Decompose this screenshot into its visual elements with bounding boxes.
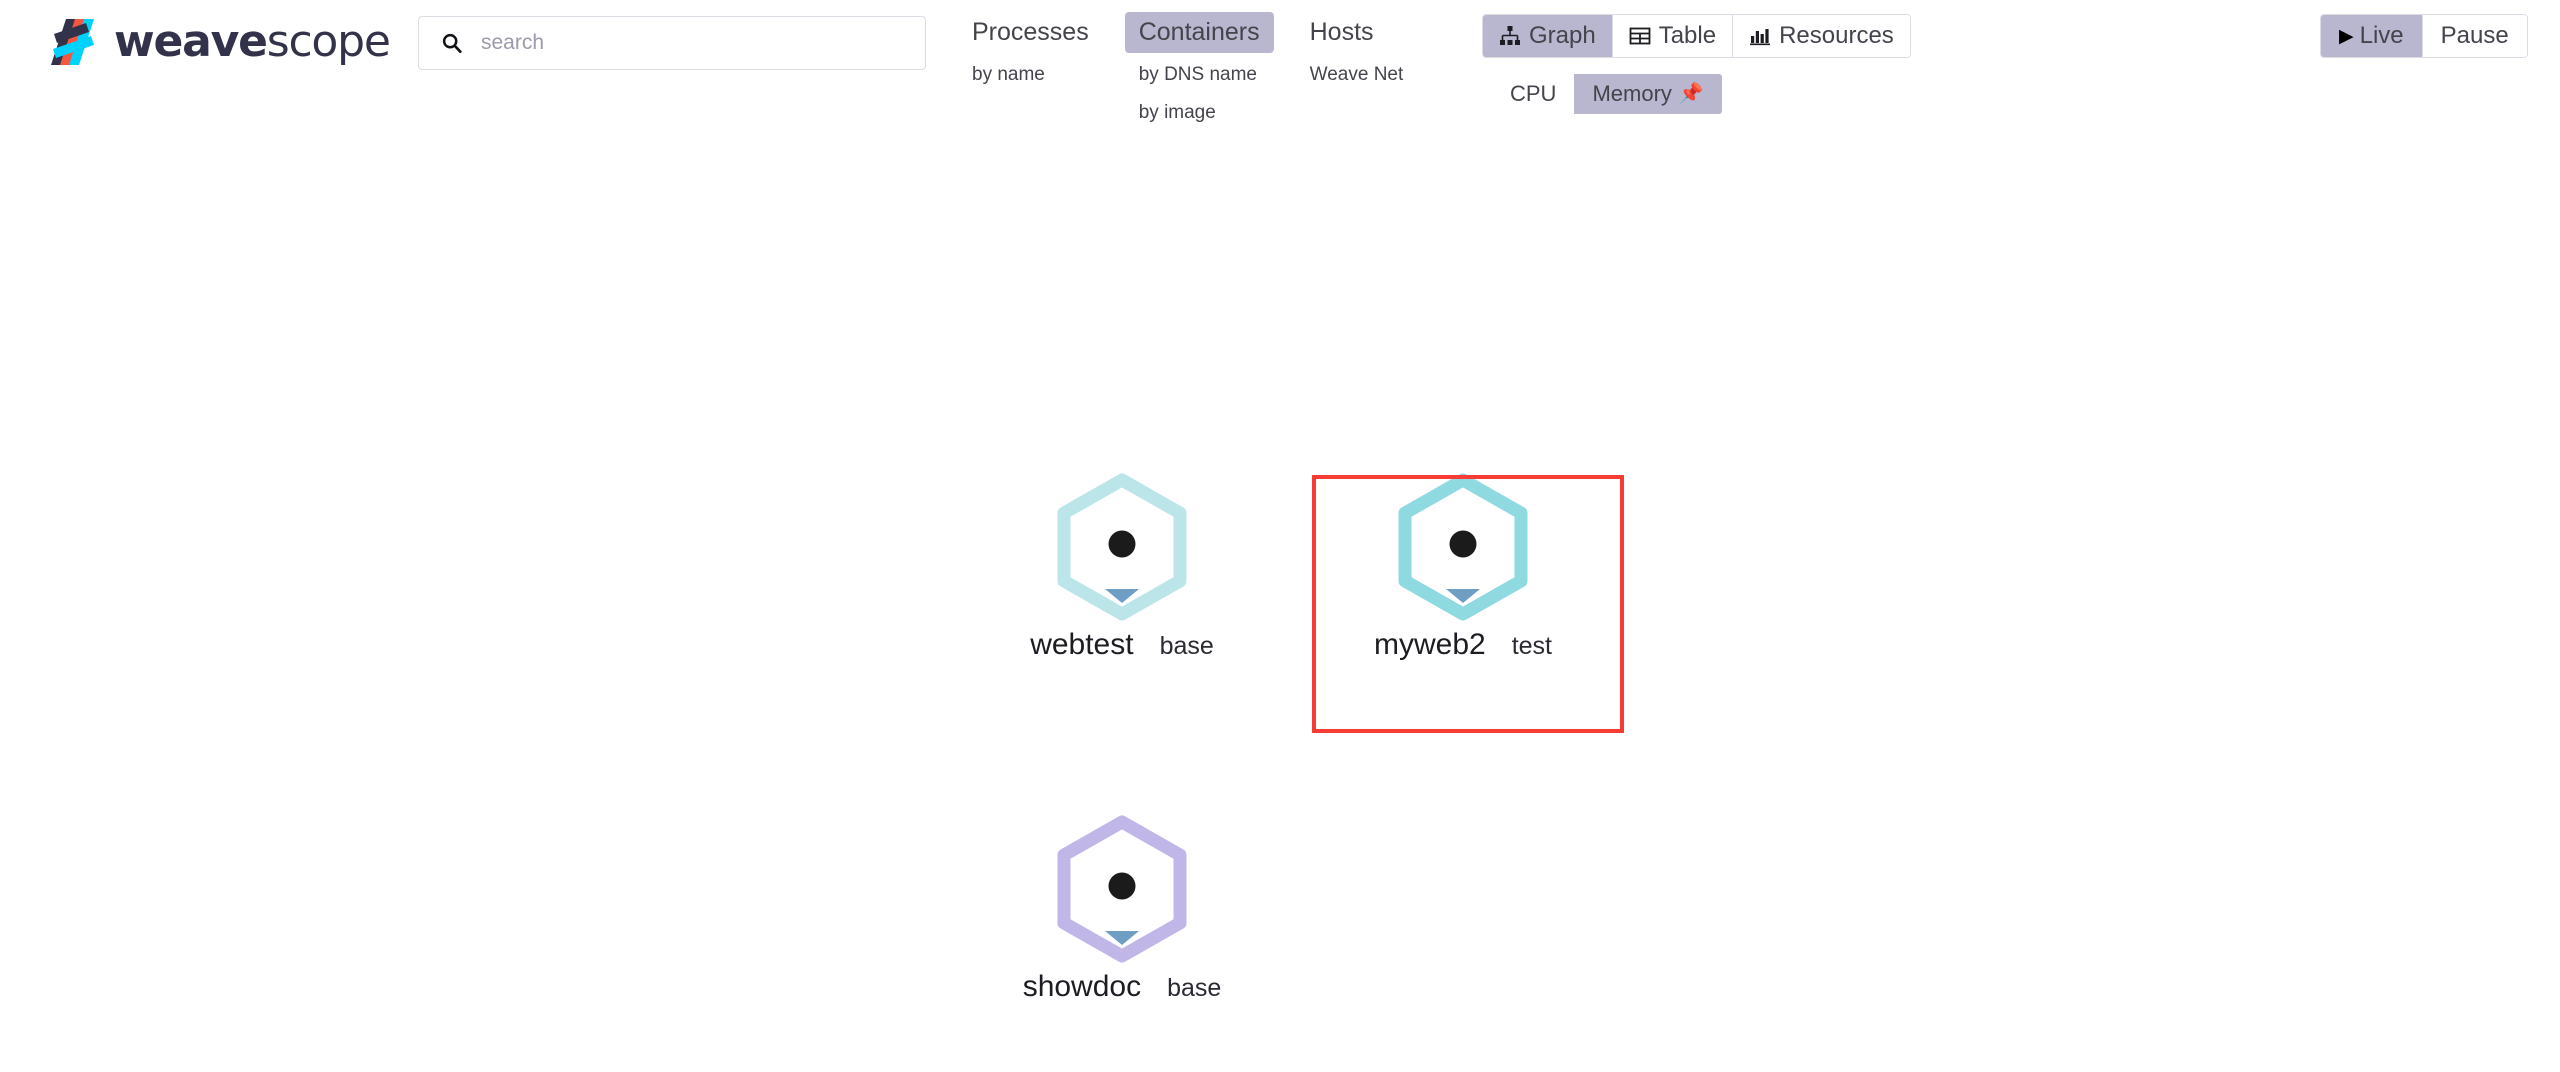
topology-item-hosts[interactable]: Hosts: [1296, 12, 1388, 53]
search-box[interactable]: [418, 16, 926, 70]
metric-memory-label: Memory: [1592, 81, 1672, 106]
live-label: Live: [2359, 22, 2404, 49]
metric-cpu-label: CPU: [1510, 81, 1557, 106]
view-mode-table-label: Table: [1658, 22, 1717, 49]
pause-button[interactable]: Pause: [2422, 15, 2527, 57]
metric-selector: CPU Memory 📌: [1492, 74, 1722, 114]
search-icon: [442, 33, 462, 54]
hexagon-node-shape: [1398, 473, 1528, 621]
graph-node-sublabel: base: [1159, 632, 1214, 660]
topology-subitem-containers-by-image[interactable]: by image: [1125, 97, 1230, 129]
graph-node-labels: myweb2 test: [1374, 630, 1552, 660]
graph-node-labels: webtest base: [1030, 630, 1214, 660]
graph-node-webtest[interactable]: webtest base: [1002, 472, 1242, 660]
topology-subitem-hosts-weave-net[interactable]: Weave Net: [1296, 59, 1418, 91]
metric-memory-button[interactable]: Memory 📌: [1574, 74, 1722, 114]
view-mode-graph-label: Graph: [1529, 22, 1596, 49]
graph-node-myweb2[interactable]: myweb2 test: [1343, 472, 1583, 660]
graph-node-sublabel: base: [1167, 974, 1222, 1002]
view-mode-selector: Graph Table Resources: [1482, 14, 1911, 58]
app-header: weavescope Processes by name Containers …: [0, 0, 2560, 160]
topology-group-containers: Containers by DNS name by image: [1124, 12, 1274, 129]
view-mode-table-button[interactable]: Table: [1612, 15, 1734, 57]
topology-selector: Processes by name Containers by DNS name…: [958, 12, 1417, 128]
logo-scope-text: scope: [266, 16, 391, 67]
logo-weave-text: weave: [114, 16, 268, 67]
graph-node-showdoc[interactable]: showdoc base: [1002, 814, 1242, 1002]
graph-canvas[interactable]: webtest base myweb2 test showdoc base: [0, 160, 2560, 1072]
graph-node-label: myweb2: [1373, 628, 1486, 661]
graph-node-sublabel: test: [1511, 632, 1552, 660]
view-mode-graph-button[interactable]: Graph: [1483, 15, 1613, 57]
graph-node-labels: showdoc base: [1023, 972, 1222, 1002]
hexagon-node-shape: [1057, 473, 1187, 621]
topology-subitem-processes-by-name[interactable]: by name: [958, 59, 1059, 91]
view-mode-resources-label: Resources: [1779, 22, 1894, 49]
graph-node-label: webtest: [1030, 628, 1134, 661]
live-button[interactable]: ▶ Live: [2321, 15, 2423, 57]
graph-node-label: showdoc: [1022, 970, 1142, 1003]
topology-subitem-containers-by-dns-name[interactable]: by DNS name: [1125, 59, 1271, 91]
play-icon: ▶: [2339, 25, 2354, 47]
pause-label: Pause: [2440, 22, 2509, 49]
weave-scope-app: weavescope Processes by name Containers …: [0, 0, 2560, 1072]
pin-icon[interactable]: 📌: [1679, 84, 1704, 104]
graph-icon: [1500, 26, 1520, 45]
topology-group-hosts: Hosts Weave Net: [1296, 12, 1418, 91]
view-mode-resources-button[interactable]: Resources: [1733, 15, 1910, 57]
topology-item-containers[interactable]: Containers: [1124, 12, 1274, 53]
app-logo[interactable]: weavescope: [48, 14, 391, 70]
topology-item-processes[interactable]: Processes: [958, 12, 1103, 53]
table-icon: [1629, 27, 1651, 45]
topology-group-processes: Processes by name: [958, 12, 1103, 91]
weave-logo-icon: [51, 19, 94, 65]
search-input[interactable]: [481, 31, 881, 55]
metric-cpu-button[interactable]: CPU: [1492, 74, 1575, 114]
logo-wordmark: weavescope: [114, 20, 391, 64]
time-control: ▶ Live Pause: [2320, 14, 2528, 58]
resources-icon: [1750, 29, 1771, 46]
hexagon-node-shape: [1057, 815, 1187, 963]
